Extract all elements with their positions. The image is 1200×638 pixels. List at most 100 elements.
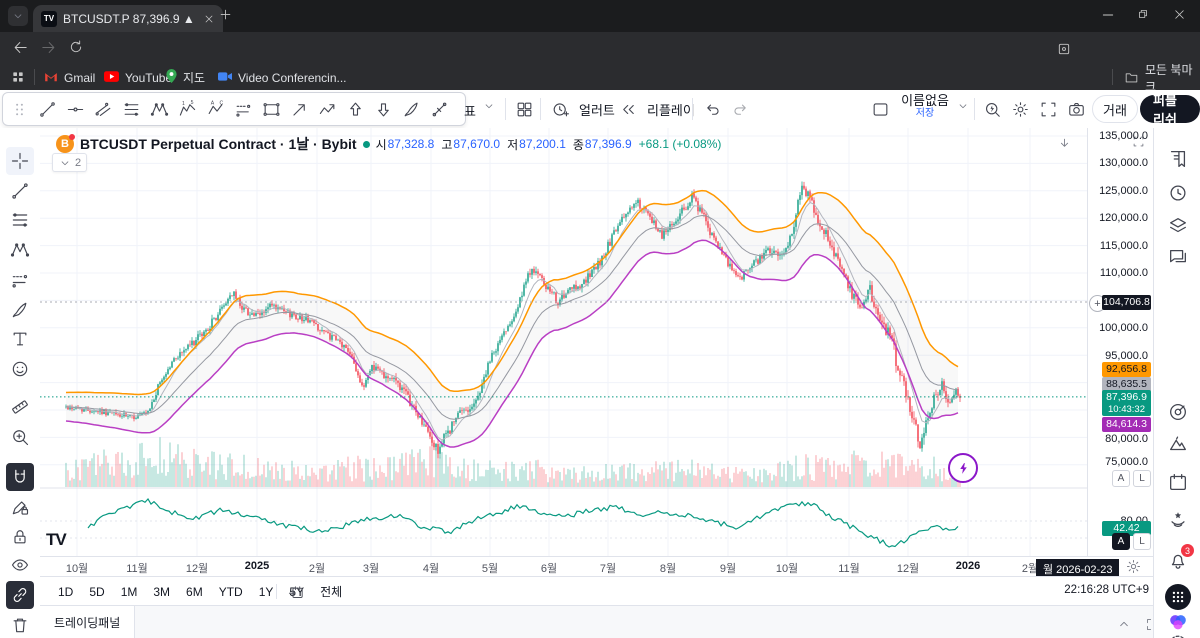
eye-tool-button[interactable] [6, 551, 34, 579]
snapshot-button[interactable] [1062, 95, 1090, 123]
ruler-tool-button[interactable] [6, 393, 34, 421]
range-button-5D[interactable]: 5D [85, 583, 108, 601]
quick-search-button[interactable] [978, 95, 1006, 123]
text-tool-button[interactable] [6, 325, 34, 353]
sidebar-chat-button[interactable] [1166, 245, 1190, 269]
range-button-1Y[interactable]: 1Y [255, 583, 278, 601]
chart-settings-button[interactable] [1006, 95, 1034, 123]
clock[interactable]: 22:16:28 UTC+9 [1064, 584, 1149, 596]
symbol-title[interactable]: BTCUSDT Perpetual Contract · 1날 · Bybit [80, 134, 357, 154]
layout-grid-button[interactable] [510, 95, 538, 123]
bookmark-item[interactable]: 지도 [166, 68, 205, 87]
time-axis[interactable]: 10월11월12월20252월3월4월5월6월7월8월9월10월11월12월20… [40, 556, 1153, 577]
bookmark-item[interactable]: YouTube [104, 68, 172, 87]
range-button-1M[interactable]: 1M [117, 583, 142, 601]
crosshair-tool-button[interactable] [6, 147, 34, 175]
sidebar-watchlist-button[interactable] [1166, 147, 1190, 171]
browser-tab[interactable]: TV BTCUSDT.P 87,396.9 ▲ +0.08% [33, 5, 223, 32]
link-tool-button[interactable] [6, 581, 34, 609]
forward-button[interactable] [40, 39, 57, 56]
trading-panel-tab[interactable]: 트레이딩패널 [40, 606, 135, 638]
save-label[interactable]: 저장 [896, 108, 954, 120]
elliott-wave-tool[interactable]: 15 [173, 95, 201, 123]
layout-menu-button[interactable] [956, 99, 970, 113]
indicator-templates-button[interactable] [482, 99, 496, 113]
price-axis[interactable]: 135,000.0130,000.0125,000.0120,000.0115,… [1087, 128, 1154, 556]
sidebar-bell-button[interactable]: 3 [1166, 548, 1190, 572]
window-restore-button[interactable] [1136, 7, 1150, 21]
trend-line-tool-button[interactable] [6, 177, 34, 205]
sidebar-apps-grid-button[interactable] [1166, 585, 1190, 609]
abc-pattern-tool[interactable]: AC [201, 95, 229, 123]
parallel-channel-tool[interactable] [89, 95, 117, 123]
zigzag-tool[interactable] [313, 95, 341, 123]
range-button-3M[interactable]: 3M [149, 583, 174, 601]
tab-close-icon[interactable] [203, 13, 215, 25]
replay-button[interactable]: 리플레이 [614, 95, 695, 123]
auto-scale-button[interactable]: A [1112, 533, 1130, 550]
zoom-in-tool-button[interactable] [6, 423, 34, 451]
sidebar-target-button[interactable] [1166, 400, 1190, 424]
forecast-tool[interactable] [229, 95, 257, 123]
forecast-tool-button[interactable] [6, 266, 34, 294]
cross-line-tool[interactable] [61, 95, 89, 123]
fullscreen-button[interactable] [1034, 95, 1062, 123]
range-button-YTD[interactable]: YTD [215, 583, 247, 601]
new-tab-button[interactable] [218, 7, 233, 22]
instant-trade-button[interactable] [948, 453, 978, 483]
window-close-button[interactable] [1172, 7, 1187, 22]
trade-button[interactable]: 거래 [1092, 95, 1138, 123]
fib-retracement-tool-button[interactable] [6, 206, 34, 234]
sidebar-help-button[interactable]: ? [1166, 632, 1190, 638]
sidebar-idea-button[interactable] [1166, 432, 1190, 456]
bookmark-item[interactable]: Video Conferencin... [218, 68, 347, 87]
all-bookmarks-button[interactable]: 모든 북마크 [1124, 68, 1200, 87]
arrow-up-tool[interactable] [341, 95, 369, 123]
reload-button[interactable] [68, 39, 84, 55]
publish-button[interactable]: 퍼블리쉬 [1140, 95, 1200, 123]
indicators-button[interactable]: 표 [464, 101, 476, 120]
sidebar-alert-clock-button[interactable] [1166, 181, 1190, 205]
sidebar-calendar-button[interactable] [1166, 470, 1190, 494]
arrow-marker-tool[interactable] [285, 95, 313, 123]
layout-preview-button[interactable] [866, 95, 894, 123]
emoji-tool-button[interactable] [6, 355, 34, 383]
chart-area[interactable]: B BTCUSDT Perpetual Contract · 1날 · Bybi… [40, 128, 1087, 556]
xabcd-pattern-tool[interactable] [145, 95, 173, 123]
legend-collapse-button[interactable]: 2 [52, 153, 87, 172]
trend-line-tool[interactable] [33, 95, 61, 123]
range-button-전체[interactable]: 전체 [316, 581, 346, 602]
magnet-tool-button[interactable] [6, 463, 34, 491]
log-scale-button[interactable]: L [1133, 470, 1151, 487]
go-to-date-button[interactable] [282, 578, 310, 606]
candlestick-chart[interactable] [40, 128, 1087, 556]
layout-name-button[interactable]: 이름없음 저장 [896, 93, 954, 120]
bookmark-item[interactable]: Gmail [44, 68, 95, 87]
tab-search-button[interactable] [8, 6, 28, 26]
undo-button[interactable] [698, 95, 726, 123]
trash-tool-button[interactable] [6, 611, 34, 638]
pencil-tool-tool[interactable] [425, 95, 453, 123]
axis-settings-button[interactable] [1122, 556, 1144, 576]
lock-tool-button[interactable] [6, 523, 34, 551]
panel-collapse-button[interactable] [1110, 610, 1138, 638]
window-minimize-button[interactable] [1100, 7, 1116, 23]
range-button-1D[interactable]: 1D [54, 583, 77, 601]
sidebar-layers-button[interactable] [1166, 214, 1190, 238]
drawing-lock-tool-button[interactable] [6, 493, 34, 521]
drag-handle-tool[interactable] [5, 95, 33, 123]
xabcd-pattern-tool-button[interactable] [6, 236, 34, 264]
arrow-down-tool[interactable] [369, 95, 397, 123]
extension-button[interactable] [1056, 41, 1072, 57]
log-scale-button[interactable]: L [1133, 533, 1151, 550]
sidebar-broadcast-button[interactable] [1166, 508, 1190, 532]
apps-menu-button[interactable] [10, 69, 26, 85]
redo-button[interactable] [726, 95, 754, 123]
range-button-6M[interactable]: 6M [182, 583, 207, 601]
brush-tool-button[interactable] [6, 296, 34, 324]
go-to-realtime-button[interactable] [1052, 133, 1076, 153]
rectangle-tool[interactable] [257, 95, 285, 123]
fib-retracement-tool[interactable] [117, 95, 145, 123]
brush-tool[interactable] [397, 95, 425, 123]
alert-button[interactable]: 얼러트 [546, 95, 615, 123]
